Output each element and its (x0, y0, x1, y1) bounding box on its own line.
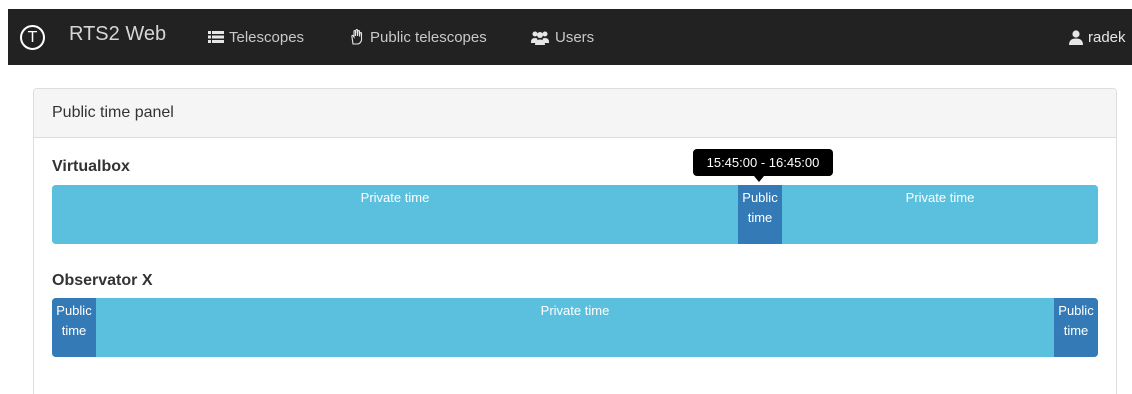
time-tooltip: 15:45:00 - 16:45:00 (693, 149, 833, 176)
private-time-segment[interactable]: Private time (782, 185, 1098, 244)
users-icon (531, 31, 549, 45)
nav-telescopes-label: Telescopes (229, 28, 305, 46)
segment-label: time (1063, 323, 1089, 338)
user-menu-dropdown[interactable]: radek (1069, 26, 1132, 48)
timeline-bar: Private time Public time Private time (52, 185, 1098, 244)
segment-label: Private time (905, 190, 975, 205)
list-icon (208, 31, 224, 43)
user-name: radek (1088, 28, 1126, 46)
segment-label: Private time (540, 303, 610, 318)
public-time-segment[interactable]: Public time (52, 298, 96, 357)
nav-public-telescopes-label: Public telescopes (370, 28, 487, 46)
private-time-segment[interactable]: Private time (96, 298, 1054, 357)
telescope-name: Virtualbox (52, 158, 130, 175)
nav-users-label: Users (555, 28, 595, 46)
public-time-segment[interactable]: Public time (738, 185, 782, 244)
public-time-segment[interactable]: Public time (1054, 298, 1098, 357)
segment-label: Private time (360, 190, 430, 205)
segment-label: Public (742, 190, 778, 205)
telescope-name: Observator X (52, 272, 153, 289)
nav-public-telescopes[interactable]: Public telescopes (349, 26, 487, 48)
segment-label: time (747, 210, 773, 225)
nav-telescopes[interactable]: Telescopes (208, 26, 304, 48)
navbar: T RTS2 Web Telescopes Public telescopes … (8, 9, 1132, 65)
segment-label: Public (1058, 303, 1094, 318)
timeline-bar: Public time Private time Public time (52, 298, 1098, 357)
segment-label: time (61, 323, 87, 338)
panel-heading: Public time panel (34, 89, 1116, 138)
segment-label: Public (56, 303, 92, 318)
tooltip-arrow (754, 176, 764, 182)
hand-icon (351, 29, 363, 45)
private-time-segment[interactable]: Private time (52, 185, 738, 244)
brand-logo-icon[interactable]: T (20, 25, 45, 50)
nav-users[interactable]: Users (530, 26, 594, 48)
user-icon (1069, 29, 1083, 45)
brand-title[interactable]: RTS2 Web (69, 23, 166, 46)
